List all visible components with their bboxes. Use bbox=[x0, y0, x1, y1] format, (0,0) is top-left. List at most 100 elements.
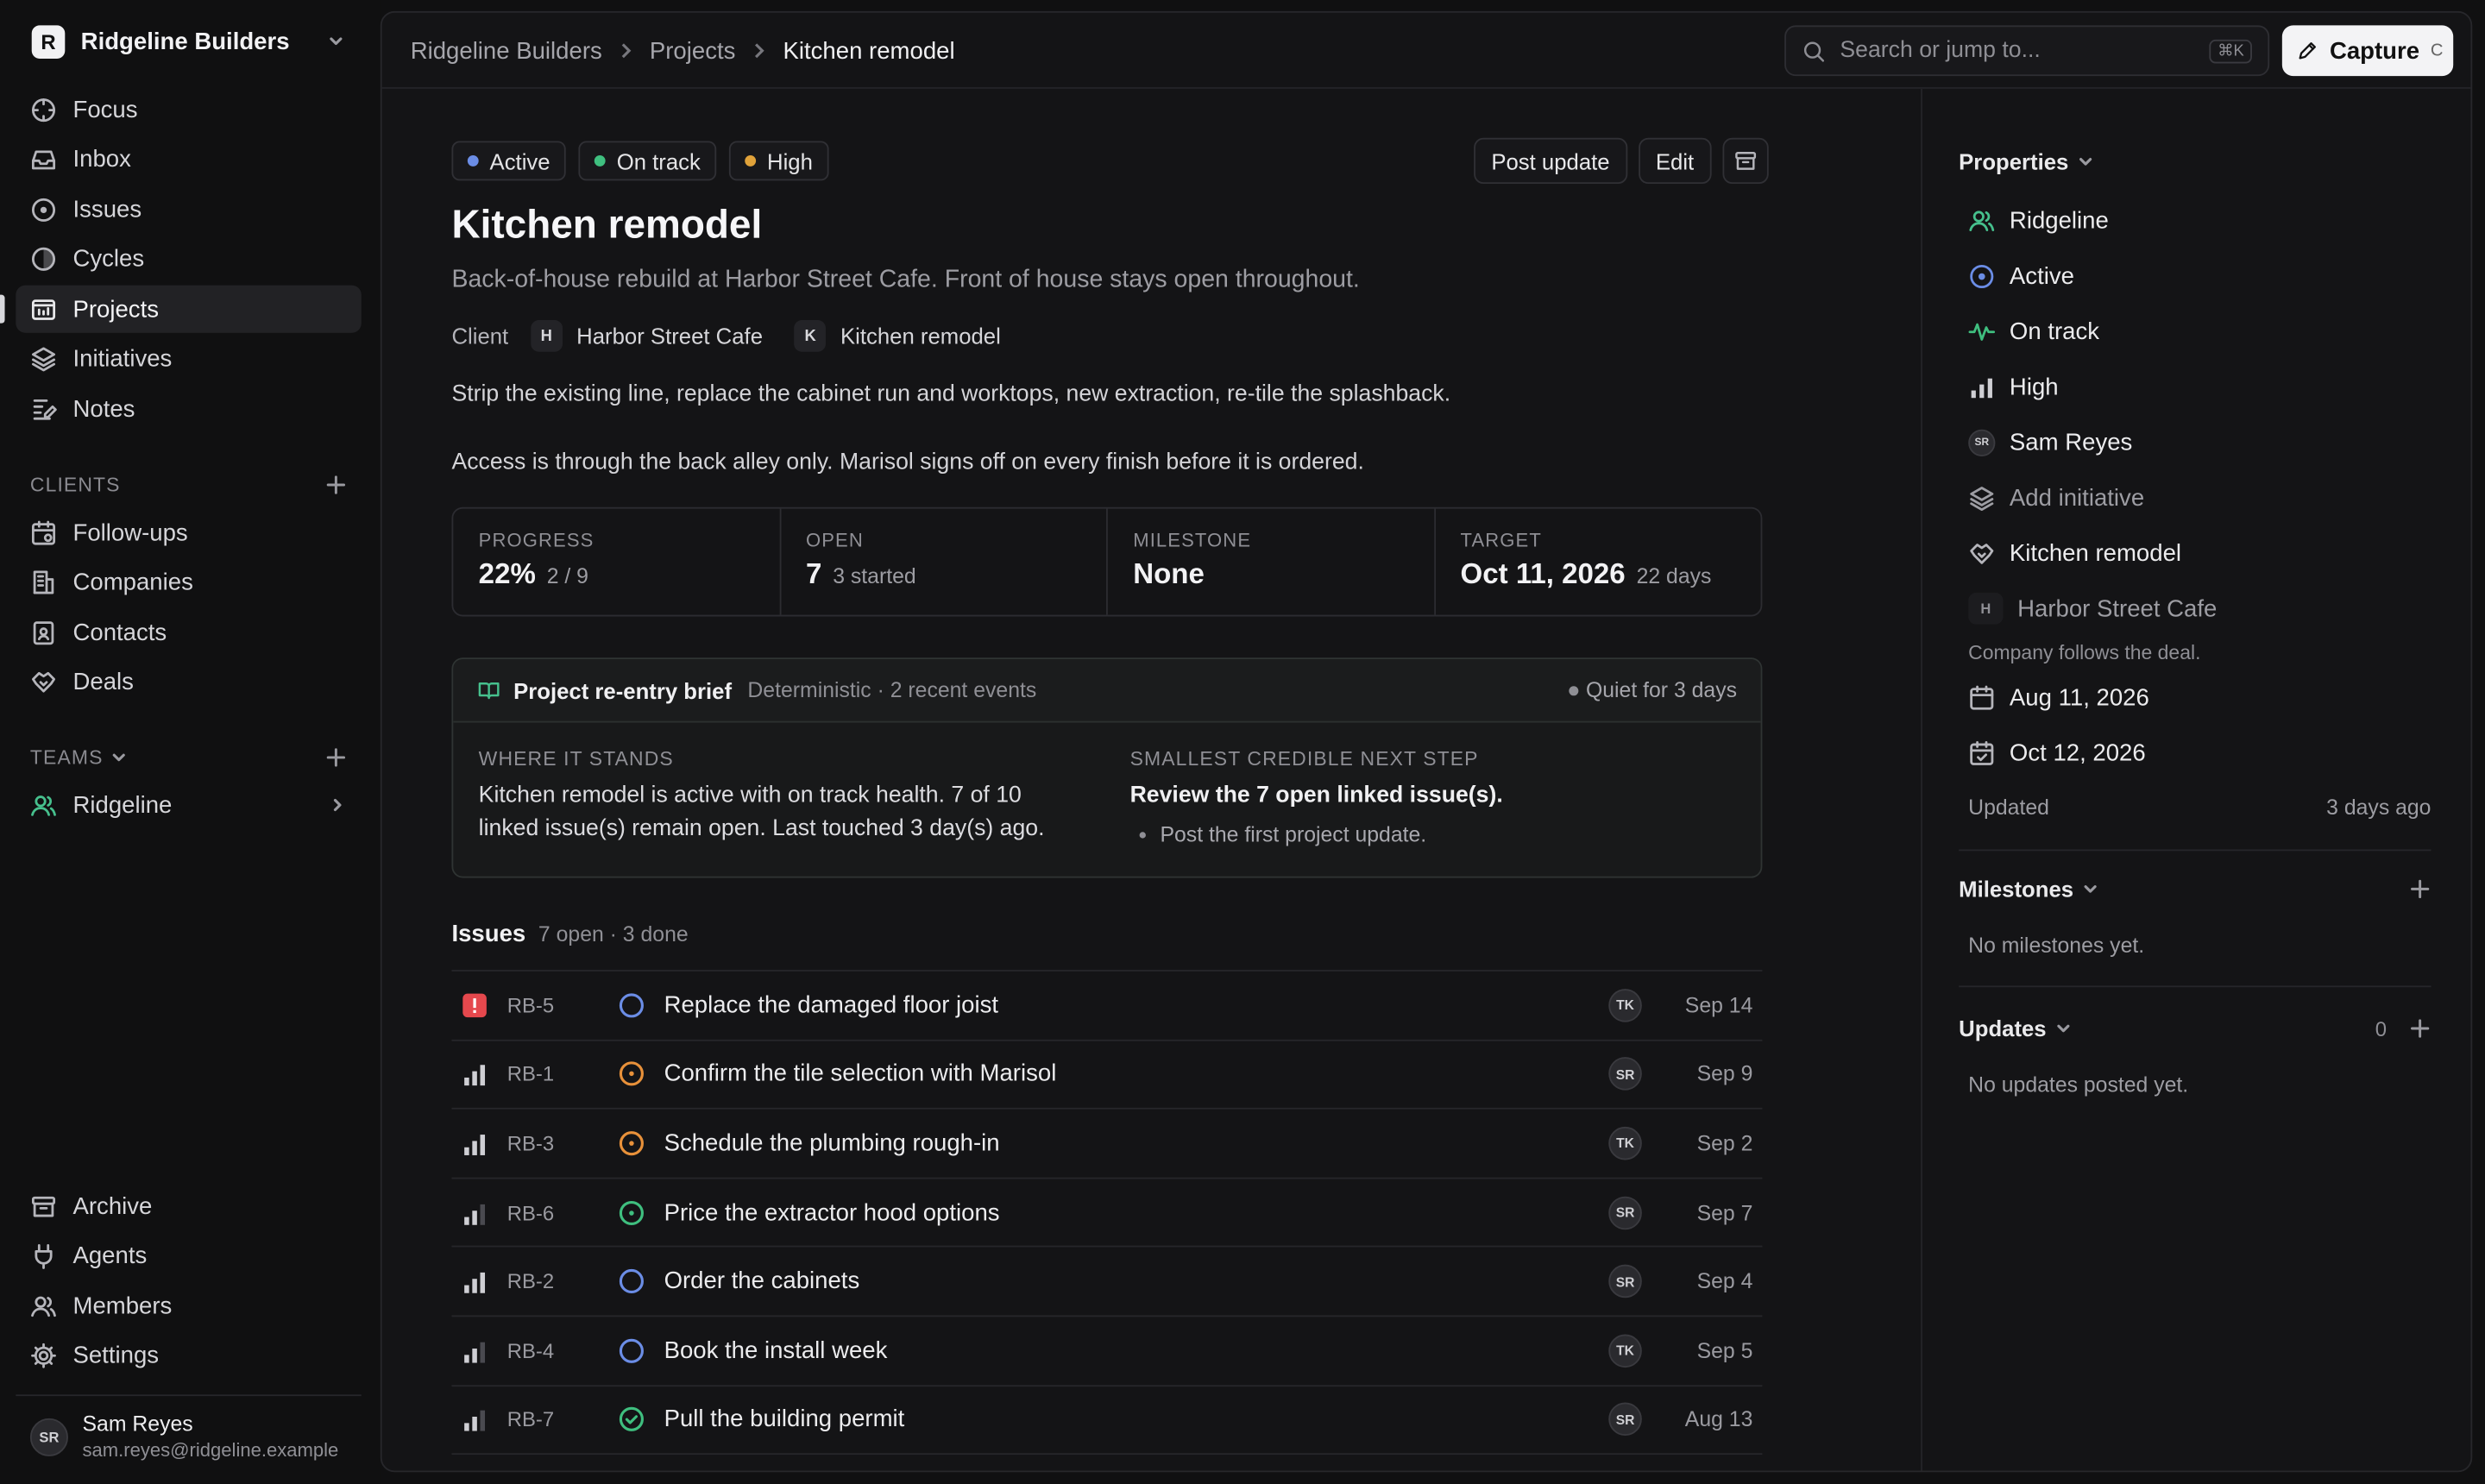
capture-button[interactable]: Capture C bbox=[2281, 25, 2454, 77]
issue-title: Confirm the tile selection with Marisol bbox=[664, 1060, 1057, 1088]
add-milestone-icon[interactable] bbox=[2409, 878, 2432, 901]
search-input[interactable]: Search or jump to... ⌘K bbox=[1784, 25, 2270, 77]
nav-item-companies[interactable]: Companies bbox=[16, 559, 361, 607]
priority-badge[interactable]: High bbox=[728, 141, 829, 181]
property-company[interactable]: H Harbor Street Cafe bbox=[1968, 588, 2431, 629]
table-row[interactable]: RB-4 Book the install week TK Sep 5 bbox=[451, 1317, 1763, 1387]
status-in-progress-icon[interactable] bbox=[618, 1060, 645, 1087]
assignee-avatar[interactable]: SR bbox=[1608, 1403, 1642, 1437]
section-title: Milestones bbox=[1959, 876, 2074, 902]
issue-date: Sep 7 bbox=[1696, 1200, 1753, 1224]
user-menu[interactable]: SR Sam Reyes sam.reyes@ridgeline.example bbox=[16, 1394, 362, 1477]
nav-item-members[interactable]: Members bbox=[16, 1282, 361, 1330]
assignee-avatar[interactable]: SR bbox=[1608, 1195, 1642, 1229]
chevron-right-icon bbox=[748, 40, 771, 62]
priority-high-icon[interactable] bbox=[461, 1130, 488, 1157]
property-team[interactable]: Ridgeline bbox=[1968, 199, 2431, 241]
property-target-date[interactable]: Oct 12, 2026 bbox=[1968, 733, 2431, 774]
assignee-avatar[interactable]: TK bbox=[1608, 1126, 1642, 1160]
priority-medium-icon[interactable] bbox=[461, 1406, 488, 1433]
issue-date: Sep 4 bbox=[1696, 1269, 1753, 1294]
health-badge[interactable]: On track bbox=[578, 141, 717, 181]
nav-label: Projects bbox=[72, 296, 160, 324]
edit-button[interactable]: Edit bbox=[1638, 137, 1712, 185]
property-status[interactable]: Active bbox=[1968, 255, 2431, 297]
property-lead[interactable]: SR Sam Reyes bbox=[1968, 422, 2431, 463]
property-health[interactable]: On track bbox=[1968, 311, 2431, 352]
nav-item-issues[interactable]: Issues bbox=[16, 186, 361, 233]
primary-nav: Focus Inbox Issues Cycles Projects Initi… bbox=[16, 85, 362, 436]
property-label: Kitchen remodel bbox=[2009, 539, 2182, 567]
table-row[interactable]: RB-5 Replace the damaged floor joist TK Sep… bbox=[451, 972, 1763, 1041]
nav-item-deals[interactable]: Deals bbox=[16, 659, 361, 707]
breadcrumb-item-workspace[interactable]: Ridgeline Builders bbox=[411, 37, 602, 64]
members-icon bbox=[30, 1292, 57, 1319]
deal-name[interactable]: Kitchen remodel bbox=[840, 324, 1001, 349]
add-update-icon[interactable] bbox=[2409, 1017, 2432, 1040]
assignee-avatar[interactable]: TK bbox=[1608, 1334, 1642, 1368]
assignee-avatar[interactable]: SR bbox=[1608, 1265, 1642, 1298]
table-row[interactable]: RB-1 Confirm the tile selection with Mari… bbox=[451, 1041, 1763, 1110]
table-row[interactable]: RB-3 Schedule the plumbing rough-in TK Sep … bbox=[451, 1110, 1763, 1179]
nav-item-follow-ups[interactable]: Follow-ups bbox=[16, 509, 361, 556]
stat-sub: 22 days bbox=[1636, 563, 1712, 588]
status-in-progress-icon[interactable] bbox=[618, 1130, 645, 1157]
add-client-icon[interactable] bbox=[325, 474, 348, 496]
status-todo-icon[interactable] bbox=[618, 1337, 645, 1364]
archive-button[interactable] bbox=[1722, 137, 1769, 185]
nav-item-archive[interactable]: Archive bbox=[16, 1182, 361, 1229]
nav-item-inbox[interactable]: Inbox bbox=[16, 135, 361, 183]
sidebar: R Ridgeline Builders Focus Inbox Issues … bbox=[0, 0, 381, 1484]
stat-value: None bbox=[1133, 557, 1205, 590]
properties-header[interactable]: Properties bbox=[1959, 144, 2431, 179]
nav-item-focus[interactable]: Focus bbox=[16, 85, 361, 133]
breadcrumb-item-projects[interactable]: Projects bbox=[650, 37, 736, 64]
priority-urgent-icon[interactable] bbox=[461, 991, 488, 1018]
project-actions: Post update Edit bbox=[1474, 137, 1921, 185]
teams-section-header[interactable]: TEAMS bbox=[30, 742, 347, 774]
nav-item-cycles[interactable]: Cycles bbox=[16, 236, 361, 283]
property-priority[interactable]: High bbox=[1968, 366, 2431, 407]
priority-medium-icon[interactable] bbox=[461, 1337, 488, 1364]
table-row[interactable]: RB-6 Price the extractor hood options SR Se… bbox=[451, 1179, 1763, 1248]
status-done-icon[interactable] bbox=[618, 1406, 645, 1433]
nav-item-contacts[interactable]: Contacts bbox=[16, 609, 361, 657]
property-start-date[interactable]: Aug 11, 2026 bbox=[1968, 676, 2431, 718]
nav-label: Issues bbox=[72, 196, 142, 223]
priority-high-icon[interactable] bbox=[461, 1060, 488, 1087]
issue-title: Order the cabinets bbox=[664, 1267, 860, 1295]
updates-header[interactable]: Updates 0 bbox=[1959, 1011, 2431, 1046]
calendar-icon bbox=[1968, 684, 1995, 711]
stat-label: MILESTONE bbox=[1133, 529, 1252, 552]
table-row[interactable]: RB-7 Pull the building permit SR Aug 13 bbox=[451, 1386, 1763, 1456]
nav-label: Companies bbox=[72, 569, 193, 596]
status-todo-icon[interactable] bbox=[618, 1268, 645, 1295]
client-name[interactable]: Harbor Street Cafe bbox=[576, 324, 763, 349]
nav-label: Settings bbox=[72, 1343, 160, 1370]
workspace-switcher[interactable]: R Ridgeline Builders bbox=[16, 16, 361, 66]
project-stats: PROGRESS 22% 2 / 9 OPEN 7 3 started MILESTON… bbox=[451, 506, 1763, 617]
assignee-avatar[interactable]: SR bbox=[1608, 1057, 1642, 1091]
bottom-nav: Archive Agents Members Settings bbox=[16, 1182, 361, 1382]
milestones-header[interactable]: Milestones bbox=[1959, 871, 2431, 906]
nav-item-agents[interactable]: Agents bbox=[16, 1232, 361, 1280]
add-team-icon[interactable] bbox=[325, 746, 348, 769]
status-todo-icon[interactable] bbox=[618, 991, 645, 1018]
property-deal[interactable]: Kitchen remodel bbox=[1968, 532, 2431, 574]
priority-medium-icon[interactable] bbox=[461, 1199, 488, 1226]
nav-item-projects[interactable]: Projects bbox=[16, 286, 362, 334]
nav-item-settings[interactable]: Settings bbox=[16, 1332, 361, 1380]
priority-high-icon[interactable] bbox=[461, 1268, 488, 1295]
status-in-review-icon[interactable] bbox=[618, 1199, 645, 1226]
property-initiative[interactable]: Add initiative bbox=[1968, 477, 2431, 519]
table-row[interactable]: RB-2 Order the cabinets SR Sep 4 bbox=[451, 1248, 1763, 1317]
nav-item-initiatives[interactable]: Initiatives bbox=[16, 336, 361, 383]
projects-icon bbox=[30, 296, 57, 323]
brief-next-text: Review the 7 open linked issue(s). bbox=[1129, 783, 1503, 808]
nav-item-notes[interactable]: Notes bbox=[16, 386, 361, 433]
status-badge[interactable]: Active bbox=[451, 141, 566, 181]
client-label: Client bbox=[451, 323, 509, 349]
post-update-button[interactable]: Post update bbox=[1474, 137, 1627, 185]
assignee-avatar[interactable]: TK bbox=[1608, 988, 1642, 1022]
nav-item-team-ridgeline[interactable]: Ridgeline bbox=[16, 781, 361, 828]
